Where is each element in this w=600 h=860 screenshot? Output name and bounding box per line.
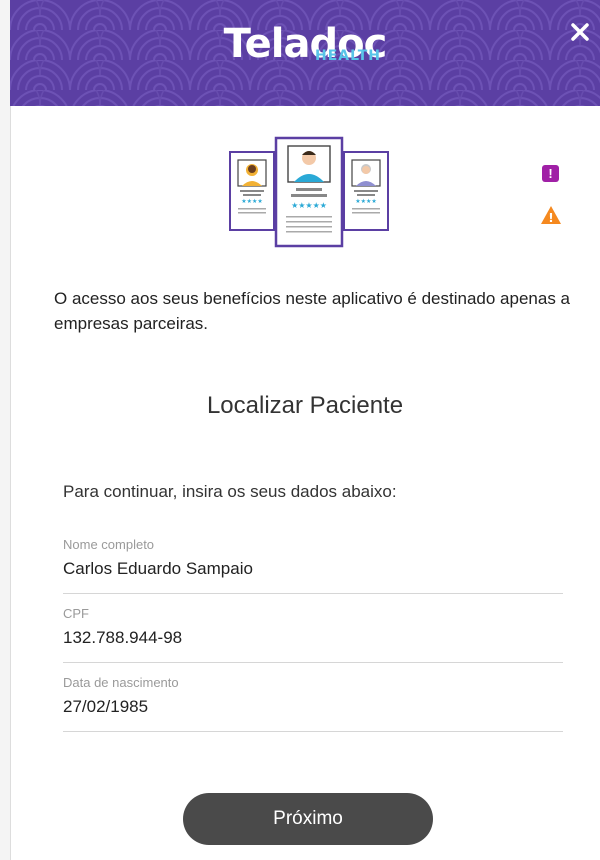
svg-text:★★★★: ★★★★	[241, 198, 263, 205]
birth-date-label: Data de nascimento	[63, 675, 179, 690]
svg-text:★★★★: ★★★★	[355, 198, 377, 205]
exclamation-badge-icon[interactable]: !	[542, 165, 559, 182]
page-title: Localizar Paciente	[206, 392, 404, 419]
full-name-input[interactable]	[63, 559, 563, 579]
next-button[interactable]: Próximo	[183, 793, 433, 845]
exclamation-symbol: !	[548, 166, 553, 181]
logo-health-label: HEALTH	[315, 48, 381, 64]
warning-symbol: !	[548, 211, 553, 225]
close-button[interactable]	[568, 20, 592, 44]
cpf-field[interactable]: CPF	[63, 606, 563, 663]
doctor-cards-icon: ★★★★ ★★★★ ★★★★★	[229, 136, 389, 248]
teladoc-logo: Teladoc	[10, 22, 600, 66]
full-name-field[interactable]: Nome completo	[63, 537, 563, 594]
close-icon	[571, 23, 589, 41]
access-notice: O acesso aos seus benefícios neste aplic…	[54, 289, 571, 333]
birth-date-input[interactable]	[63, 697, 563, 717]
header-banner: Teladoc HEALTH	[10, 0, 600, 106]
svg-text:★★★★★: ★★★★★	[291, 201, 327, 210]
app-window: Teladoc HEALTH ★★★★ ★★★★ ★★★★★ ! ! O ace…	[0, 0, 600, 860]
warning-triangle-icon[interactable]: !	[540, 205, 562, 225]
cpf-input[interactable]	[63, 628, 563, 648]
birth-date-field[interactable]: Data de nascimento	[63, 675, 563, 732]
full-name-label: Nome completo	[63, 537, 155, 552]
form-instruction: Para continuar, insira os seus dados aba…	[63, 482, 397, 501]
cpf-label: CPF	[63, 606, 89, 621]
